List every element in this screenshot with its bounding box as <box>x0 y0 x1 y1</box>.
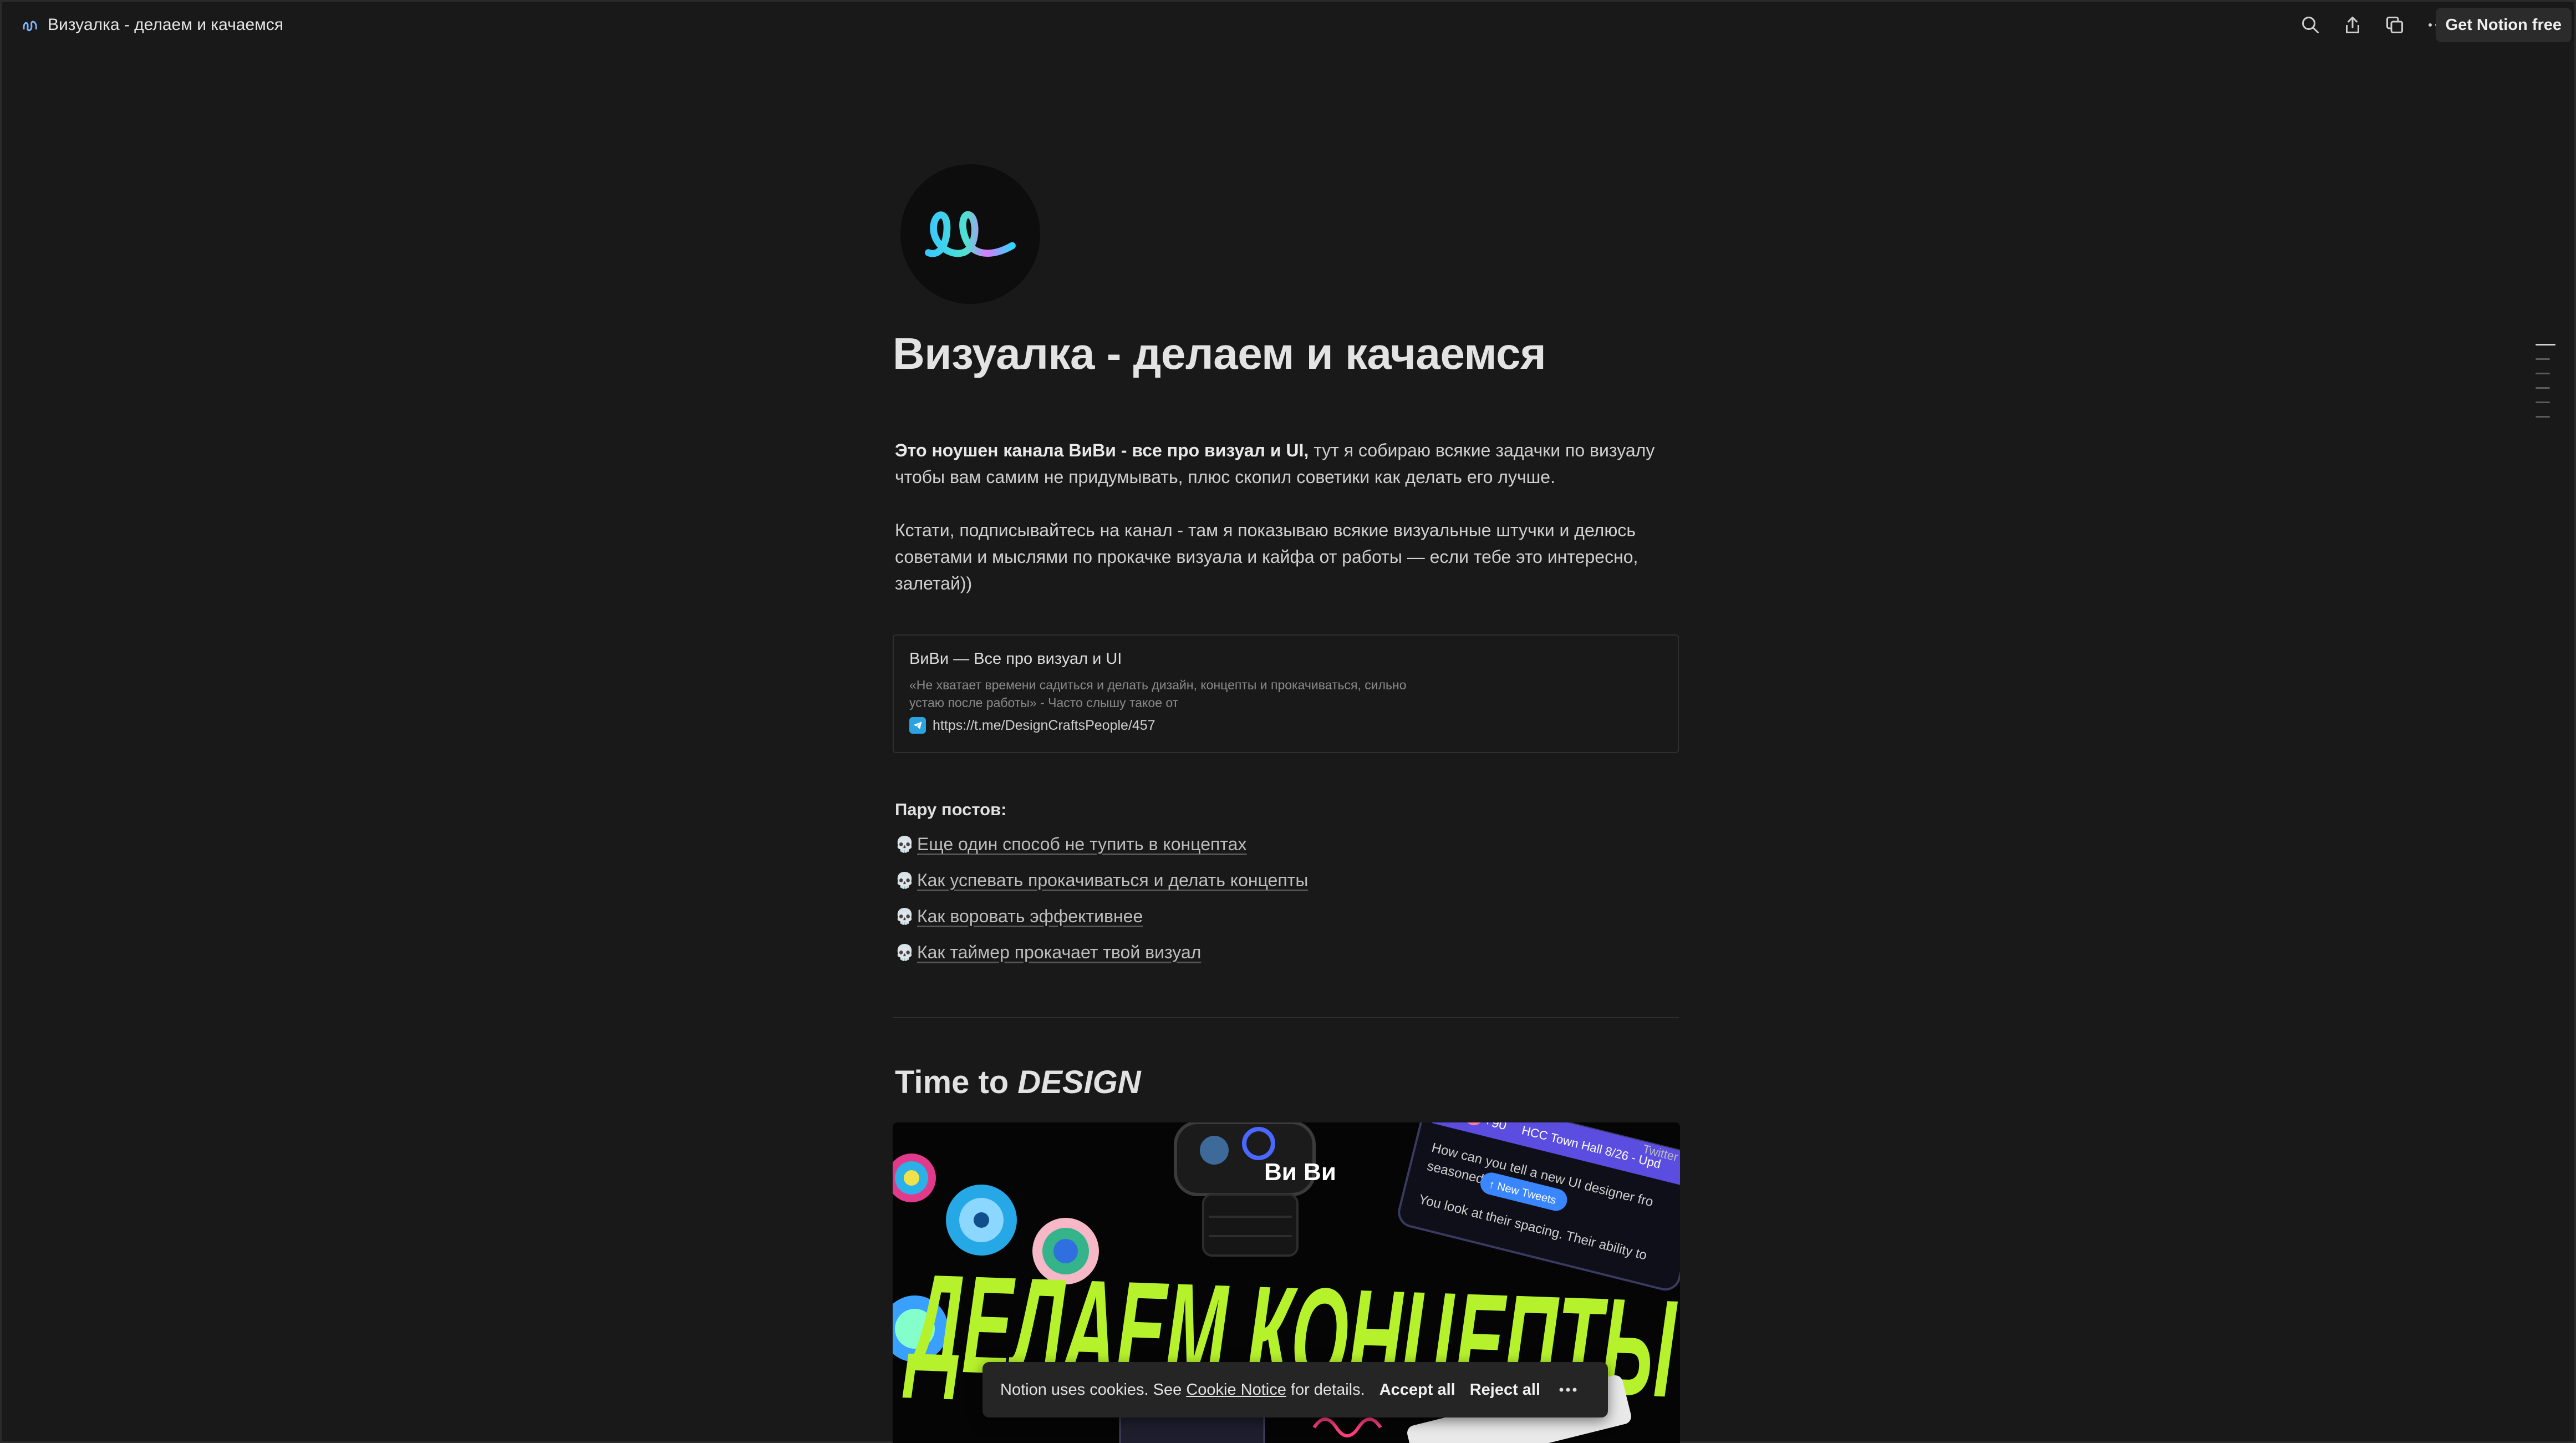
section-heading[interactable]: Time to DESIGN <box>895 1064 1141 1101</box>
divider <box>893 1017 1679 1018</box>
posts-list: 💀 Еще один способ не тупить в концептах … <box>895 826 1308 971</box>
page-icon[interactable] <box>900 164 1040 304</box>
telegram-bookmark[interactable]: ВиВи — Все про визуал и UI «Не хватает в… <box>893 634 1679 753</box>
vivi-loop-logo-icon <box>925 211 1016 257</box>
post-link-label[interactable]: Еще один способ не тупить в концептах <box>917 834 1246 855</box>
breadcrumb[interactable]: Визуалка - делаем и качаемся <box>21 12 283 38</box>
section-heading-italic: DESIGN <box>1017 1064 1141 1100</box>
toc-line[interactable] <box>2536 402 2550 403</box>
top-bar: Визуалка - делаем и качаемся Get Notion … <box>0 0 2576 50</box>
post-link[interactable]: 💀 Как таймер прокачает твой визуал <box>895 934 1308 971</box>
cookie-text: Notion uses cookies. See Cookie Notice f… <box>1000 1381 1365 1399</box>
toc-line[interactable] <box>2536 387 2550 389</box>
cookie-text-before: Notion uses cookies. See <box>1000 1380 1187 1399</box>
skull-icon: 💀 <box>895 907 914 925</box>
intro-paragraph[interactable]: Это ноушен канала ВиВи - все про визуал … <box>895 437 1677 490</box>
post-link[interactable]: 💀 Как успевать прокачиваться и делать ко… <box>895 862 1308 898</box>
post-link[interactable]: 💀 Как воровать эффективнее <box>895 898 1308 934</box>
toc-line[interactable] <box>2536 344 2555 345</box>
post-link-label[interactable]: Как воровать эффективнее <box>917 906 1143 927</box>
cover-logo-text: Ви Ви <box>1264 1159 1336 1186</box>
share-icon[interactable] <box>2341 13 2364 37</box>
bookmark-title: ВиВи — Все про визуал и UI <box>909 650 1122 668</box>
bookmark-url-row: https://t.me/DesignCraftsPeople/457 <box>909 717 1662 734</box>
toc-line[interactable] <box>2536 358 2550 360</box>
page-title[interactable]: Визуалка - делаем и качаемся <box>893 328 1546 379</box>
post-link[interactable]: 💀 Еще один способ не тупить в концептах <box>895 826 1308 862</box>
toc-line[interactable] <box>2536 416 2550 418</box>
duplicate-icon[interactable] <box>2383 13 2406 37</box>
get-notion-free-button[interactable]: Get Notion free <box>2435 8 2572 42</box>
toc-line[interactable] <box>2536 373 2550 374</box>
reject-all-button[interactable]: Reject all <box>1470 1381 1540 1399</box>
skull-icon: 💀 <box>895 835 914 853</box>
cookie-text-after: for details. <box>1286 1380 1365 1399</box>
post-link-label[interactable]: Как таймер прокачает твой визуал <box>917 942 1201 963</box>
subscribe-paragraph[interactable]: Кстати, подписывайтесь на канал - там я … <box>895 517 1677 597</box>
skull-icon: 💀 <box>895 871 914 889</box>
accept-all-button[interactable]: Accept all <box>1379 1381 1455 1399</box>
search-icon[interactable] <box>2299 13 2322 37</box>
cookie-notice-link[interactable]: Cookie Notice <box>1186 1381 1286 1399</box>
bookmark-description: «Не хватает времени садиться и делать ди… <box>909 678 1407 710</box>
intro-bold: Это ноушен канала ВиВи - все про визуал … <box>895 440 1309 460</box>
post-link-label[interactable]: Как успевать прокачиваться и делать конц… <box>917 870 1308 891</box>
bookmark-url: https://t.me/DesignCraftsPeople/457 <box>933 717 1155 733</box>
cookie-more-icon[interactable] <box>1557 1387 1579 1393</box>
section-heading-plain: Time to <box>895 1064 1018 1100</box>
posts-heading: Пару постов: <box>895 800 1007 819</box>
skull-icon: 💀 <box>895 943 914 961</box>
telegram-icon <box>909 717 926 734</box>
cookie-banner: Notion uses cookies. See Cookie Notice f… <box>982 1362 1608 1417</box>
breadcrumb-title: Визуалка - делаем и качаемся <box>48 16 283 34</box>
page-logo-icon <box>23 21 37 32</box>
table-of-contents[interactable] <box>2536 344 2555 430</box>
